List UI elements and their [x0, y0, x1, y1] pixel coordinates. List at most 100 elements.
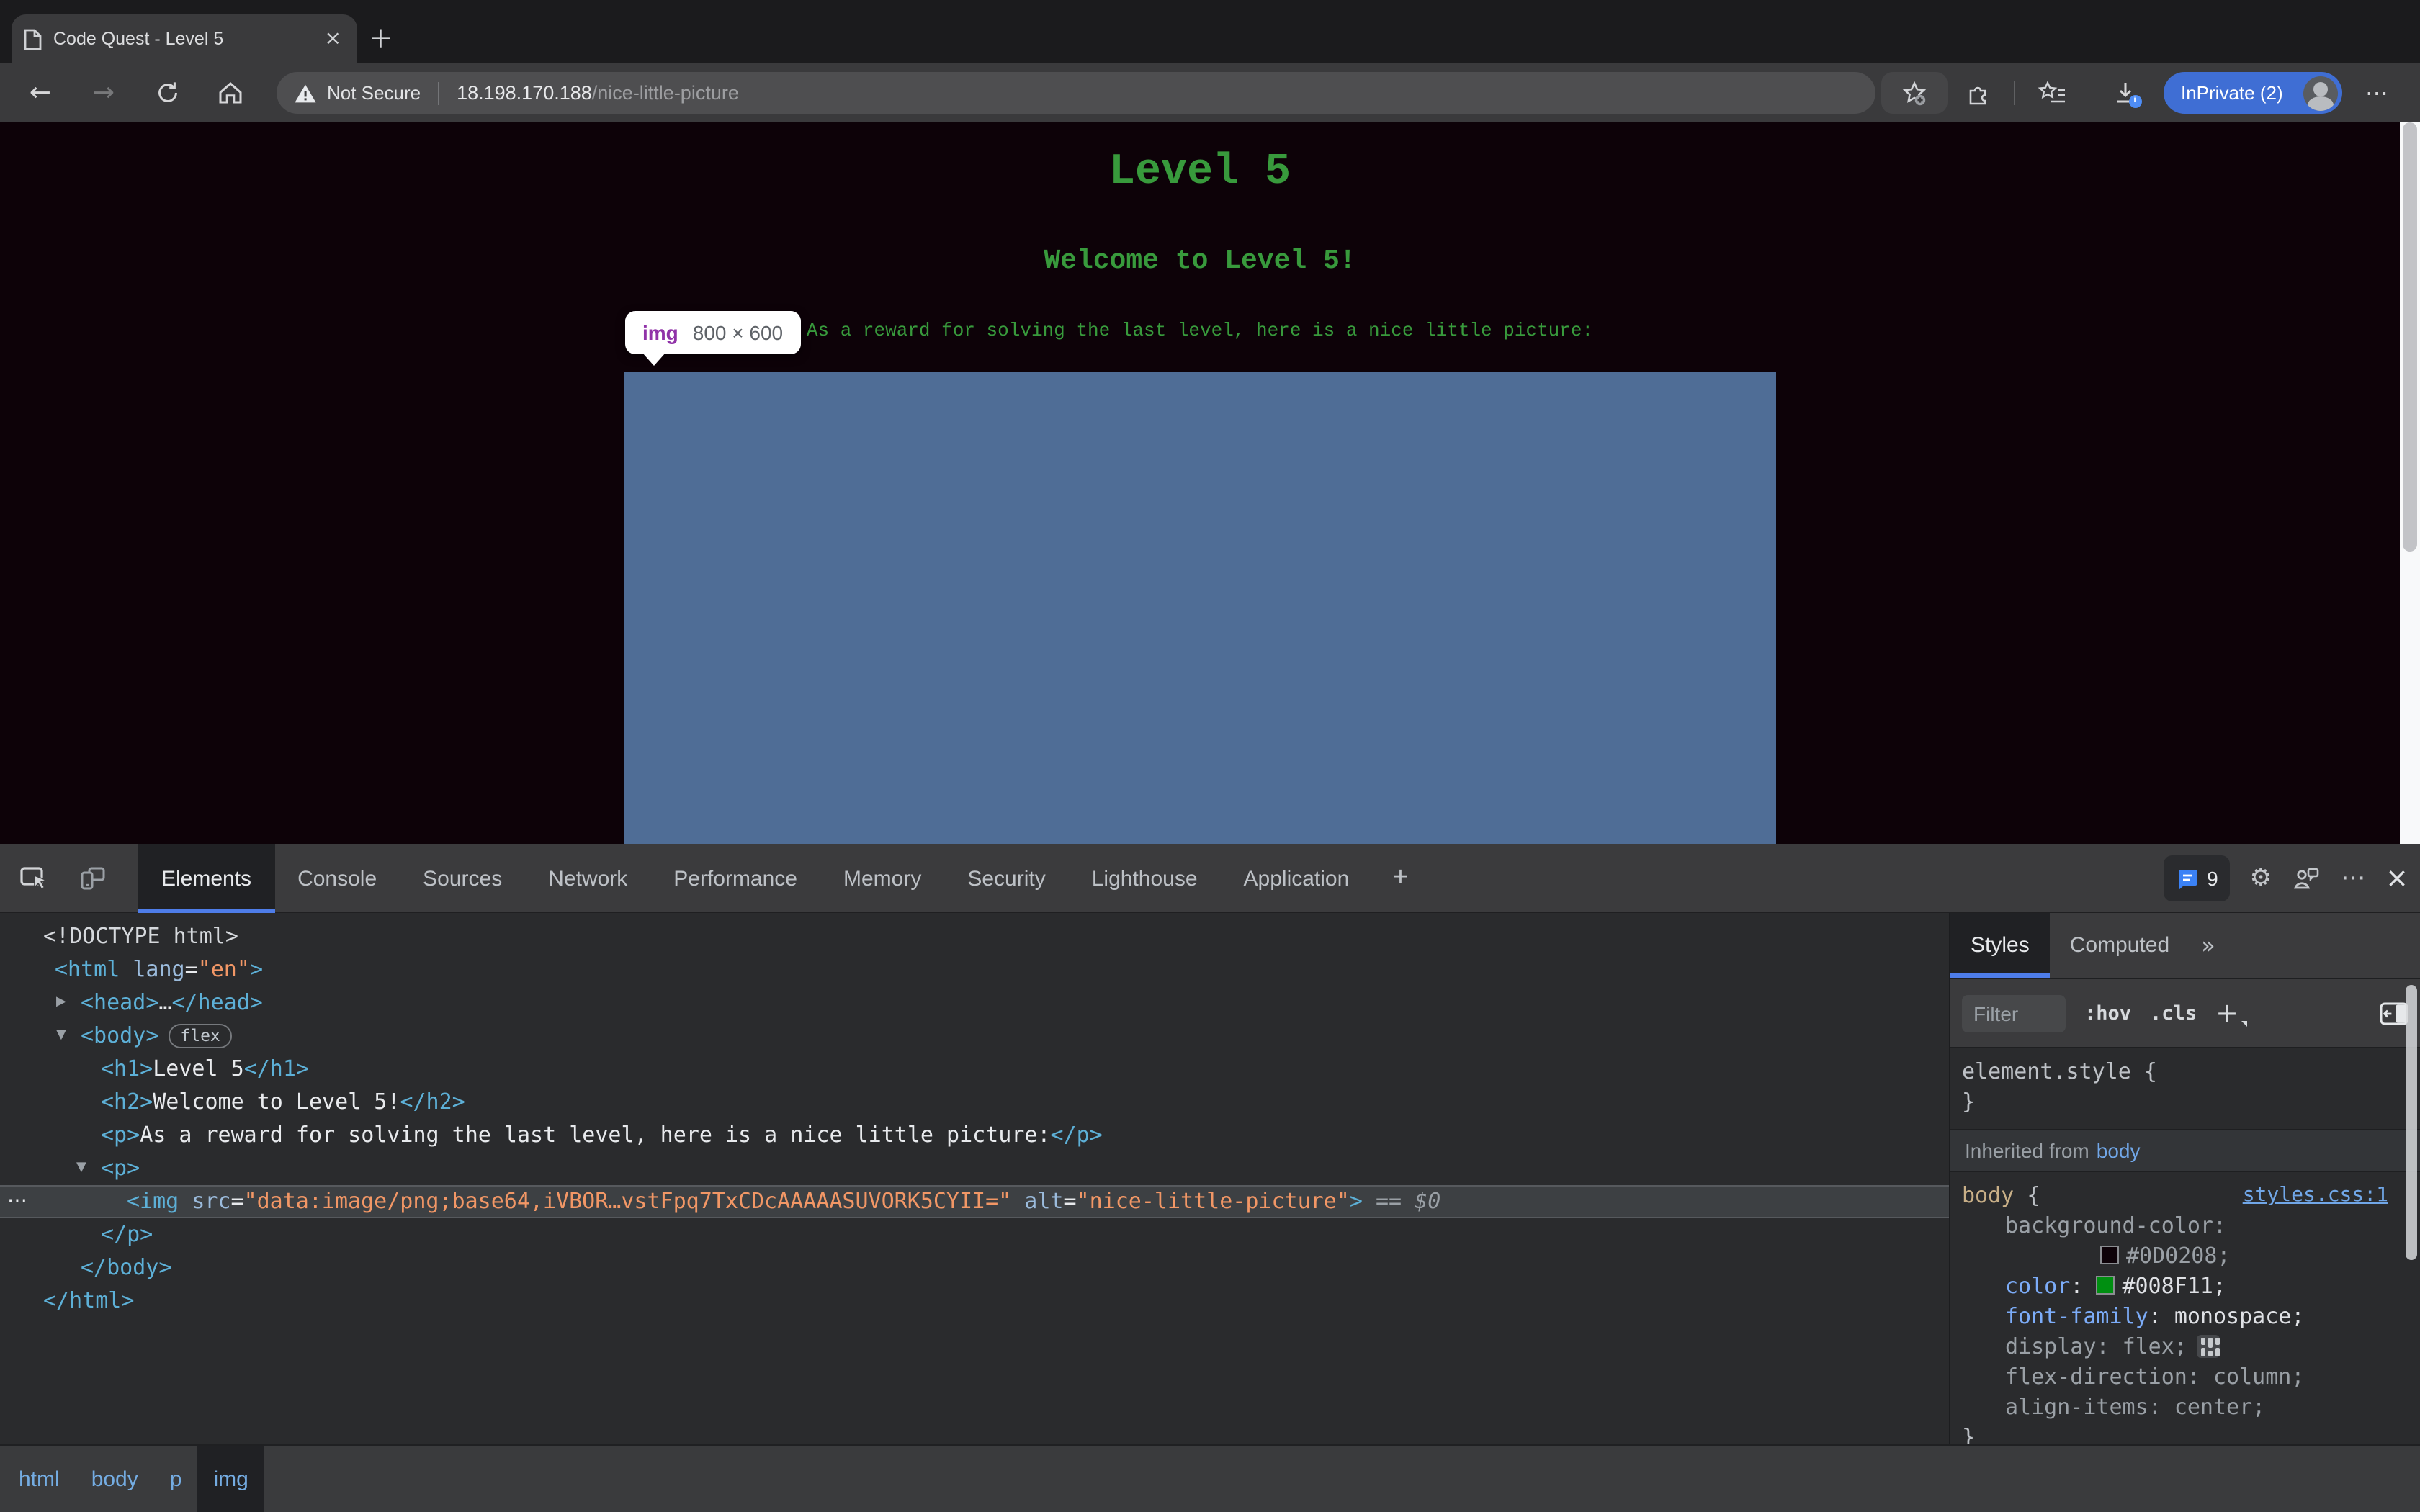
- back-icon[interactable]: ←: [23, 75, 58, 109]
- home-icon[interactable]: [213, 75, 248, 109]
- devtools-settings-icon[interactable]: ⚙: [2250, 864, 2272, 893]
- url-host[interactable]: 18.198.170.188: [457, 82, 592, 104]
- devtools-tab-bar: ElementsConsoleSourcesNetworkPerformance…: [138, 844, 1429, 913]
- profile-avatar[interactable]: [2303, 76, 2338, 110]
- rule-properties: background-color:#0D0208;color: #008F11;…: [1962, 1211, 2408, 1423]
- new-tab-button[interactable]: +: [369, 17, 393, 58]
- devtools-main: <!DOCTYPE html><html lang="en">▶<head>…<…: [0, 913, 2420, 1444]
- inspect-element-icon[interactable]: [17, 861, 52, 896]
- browser-tab[interactable]: Code Quest - Level 5 ×: [12, 14, 357, 63]
- new-style-rule-button[interactable]: +: [2215, 997, 2238, 1029]
- tab-close-icon[interactable]: ×: [321, 27, 346, 50]
- issues-button[interactable]: 9: [2164, 855, 2230, 901]
- styles-filter-input[interactable]: Filter: [1962, 994, 2066, 1032]
- collapse-arrow-icon[interactable]: ▼: [56, 1020, 66, 1053]
- inprivate-badge[interactable]: InPrivate (2): [2164, 72, 2342, 114]
- devtools-close-icon[interactable]: ×: [2385, 863, 2408, 894]
- styles-scrollbar-thumb[interactable]: [2406, 985, 2417, 1260]
- url-path[interactable]: /nice-little-picture: [592, 82, 739, 104]
- css-property[interactable]: background-color:: [1962, 1211, 2408, 1241]
- devtools-more-tabs-button[interactable]: +: [1372, 844, 1428, 913]
- code-token: </p>: [101, 1221, 153, 1247]
- downloads-icon[interactable]: i: [2103, 72, 2146, 114]
- expand-arrow-icon[interactable]: ▶: [56, 986, 66, 1020]
- stylesheet-source-link[interactable]: styles.css:1: [2243, 1181, 2388, 1211]
- row-overflow-dots[interactable]: ⋯: [7, 1185, 29, 1218]
- not-secure-label[interactable]: Not Secure: [327, 82, 421, 104]
- color-swatch[interactable]: [2100, 1246, 2119, 1264]
- code-token: </body>: [81, 1254, 171, 1280]
- devtools-tab-memory[interactable]: Memory: [820, 844, 944, 913]
- code-token: </h2>: [400, 1089, 465, 1115]
- dom-tree-row[interactable]: ▼<p>: [0, 1152, 1949, 1185]
- css-property[interactable]: color: #008F11;: [1962, 1272, 2408, 1302]
- favorites-list-icon[interactable]: [2031, 72, 2074, 114]
- browser-menu-icon[interactable]: ⋯: [2360, 75, 2394, 109]
- collapse-arrow-icon[interactable]: ▼: [76, 1152, 86, 1185]
- devtools-tab-console[interactable]: Console: [274, 844, 400, 913]
- css-property[interactable]: font-family: monospace;: [1962, 1302, 2408, 1332]
- dom-tree-row[interactable]: <p>As a reward for solving the last leve…: [0, 1119, 1949, 1152]
- devtools-toolbar: ElementsConsoleSourcesNetworkPerformance…: [0, 844, 2420, 913]
- dom-tree-row[interactable]: <h2>Welcome to Level 5!</h2>: [0, 1086, 1949, 1119]
- css-property-value[interactable]: #0D0208;: [1962, 1241, 2408, 1272]
- devtools-tab-security[interactable]: Security: [944, 844, 1068, 913]
- page-viewport: Level 5 Welcome to Level 5! As a reward …: [0, 122, 2420, 844]
- rule-selector[interactable]: body: [1962, 1182, 2014, 1208]
- dom-tree-row[interactable]: </html>: [0, 1284, 1949, 1318]
- dom-tree-row[interactable]: <h1>Level 5</h1>: [0, 1053, 1949, 1086]
- address-bar[interactable]: Not Secure 18.198.170.188/nice-little-pi…: [277, 72, 1876, 114]
- devtools-tab-lighthouse[interactable]: Lighthouse: [1069, 844, 1221, 913]
- css-property[interactable]: align-items: center;: [1962, 1392, 2408, 1423]
- page-scrollbar-thumb[interactable]: [2403, 122, 2417, 552]
- element-style-block[interactable]: element.style { }: [1950, 1048, 2420, 1130]
- dom-tree-row[interactable]: </p>: [0, 1218, 1949, 1251]
- refresh-icon[interactable]: [150, 75, 184, 109]
- code-token: <html: [55, 956, 120, 982]
- devtools-feedback-icon[interactable]: [2292, 864, 2321, 893]
- dock-sidebar-icon[interactable]: [2380, 1002, 2408, 1025]
- flex-editor-icon[interactable]: [2197, 1335, 2220, 1358]
- sidebar-more-tabs-icon[interactable]: »: [2190, 913, 2227, 978]
- devtools-tab-network[interactable]: Network: [525, 844, 650, 913]
- forward-icon[interactable]: →: [86, 75, 121, 109]
- code-token: >: [145, 989, 158, 1015]
- css-property[interactable]: display: flex;: [1962, 1332, 2408, 1362]
- dom-tree-row[interactable]: ▶<head>…</head>: [0, 986, 1949, 1020]
- sidebar-tab-computed[interactable]: Computed: [2050, 913, 2190, 978]
- element-style-open[interactable]: element.style {: [1962, 1057, 2420, 1087]
- dom-tree-row[interactable]: </body>: [0, 1251, 1949, 1284]
- dom-tree-row-selected[interactable]: ⋯<img src="data:image/png;base64,iVBOR…v…: [0, 1185, 1949, 1218]
- css-property[interactable]: flex-direction: column;: [1962, 1362, 2408, 1392]
- add-favorite-button[interactable]: [1881, 72, 1948, 114]
- device-toolbar-icon[interactable]: [75, 861, 109, 896]
- devtools-tab-application[interactable]: Application: [1221, 844, 1373, 913]
- toggle-classes-button[interactable]: .cls: [2150, 1002, 2197, 1025]
- dom-tree-row[interactable]: <html lang="en">: [0, 953, 1949, 986]
- devtools-tab-performance[interactable]: Performance: [650, 844, 820, 913]
- address-divider: [438, 81, 439, 104]
- body-style-rule[interactable]: body { styles.css:1 background-color:#0D…: [1950, 1172, 2420, 1444]
- dom-tree-row[interactable]: <!DOCTYPE html>: [0, 920, 1949, 953]
- nice-little-picture-image[interactable]: [624, 372, 1776, 844]
- page-scrollbar[interactable]: [2400, 122, 2420, 844]
- devtools-tab-elements[interactable]: Elements: [138, 844, 274, 913]
- breadcrumb-p[interactable]: p: [154, 1446, 198, 1512]
- element-style-close: }: [1962, 1087, 2420, 1117]
- dom-tree-row[interactable]: ▼<body>flex: [0, 1020, 1949, 1053]
- devtools-menu-icon[interactable]: ⋯: [2341, 864, 2365, 893]
- breadcrumb-img[interactable]: img: [197, 1446, 264, 1512]
- devtools-tab-sources[interactable]: Sources: [400, 844, 525, 913]
- toggle-hover-state-button[interactable]: :hov: [2084, 1002, 2131, 1025]
- styles-sidebar-tabs: StylesComputed»: [1950, 913, 2420, 979]
- sidebar-tab-styles[interactable]: Styles: [1950, 913, 2050, 978]
- code-token: <head: [81, 989, 145, 1015]
- breadcrumb-body[interactable]: body: [76, 1446, 154, 1512]
- extensions-puzzle-icon[interactable]: [1959, 72, 1996, 114]
- code-token: $0: [1415, 1188, 1440, 1214]
- color-swatch[interactable]: [2096, 1276, 2115, 1295]
- inherited-from-link[interactable]: body: [2097, 1139, 2141, 1162]
- dom-tree: <!DOCTYPE html><html lang="en">▶<head>…<…: [0, 920, 1949, 1318]
- breadcrumb-html[interactable]: html: [3, 1446, 76, 1512]
- flex-badge[interactable]: flex: [169, 1024, 231, 1048]
